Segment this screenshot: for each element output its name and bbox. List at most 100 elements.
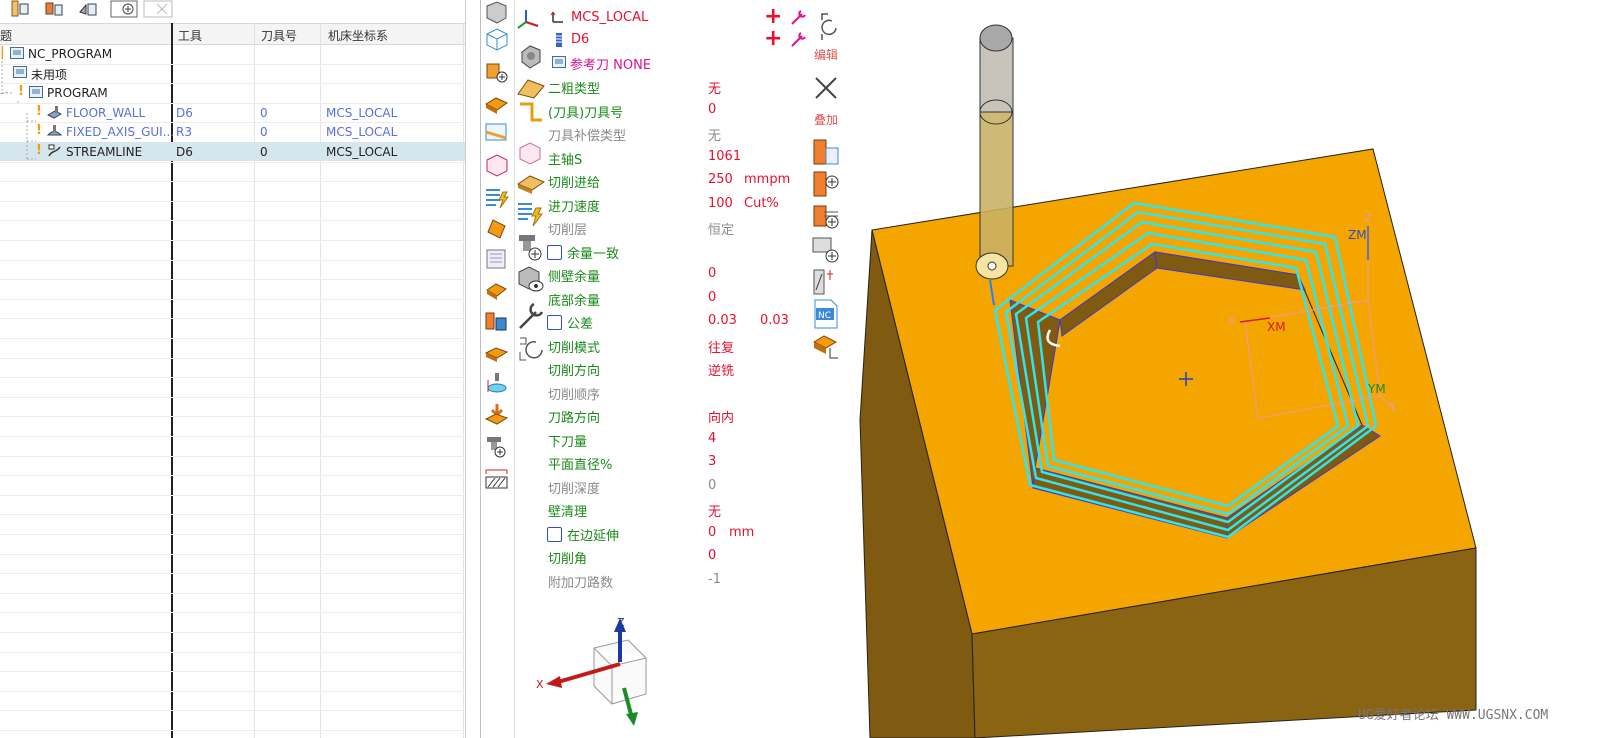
verify-icon[interactable] bbox=[483, 246, 510, 273]
mcs-column-header[interactable]: 机床坐标系 bbox=[328, 27, 388, 44]
tool-list-icon[interactable] bbox=[810, 266, 842, 298]
y-axis-label: Y bbox=[1389, 400, 1396, 413]
create-tool-icon[interactable] bbox=[483, 58, 510, 85]
tree-row-program[interactable]: -· ! PROGRAM bbox=[0, 83, 465, 102]
add-tool-icon[interactable]: + bbox=[764, 26, 782, 51]
geometry-view-icon[interactable] bbox=[78, 0, 98, 18]
view-cube-icon[interactable] bbox=[483, 26, 510, 53]
layer-setup-icon[interactable] bbox=[483, 308, 510, 335]
close-icon[interactable] bbox=[812, 74, 840, 102]
param-value[interactable]: 0 bbox=[708, 290, 716, 305]
param-value[interactable]: 0 bbox=[708, 525, 716, 540]
grid-row bbox=[0, 279, 465, 300]
param-value[interactable]: 恒定 bbox=[708, 219, 734, 238]
refresh-icon[interactable] bbox=[818, 12, 842, 40]
tool-number-icon bbox=[520, 102, 542, 122]
param-label: 二粗类型 bbox=[548, 82, 601, 97]
edit-mcs-wrench-icon[interactable] bbox=[788, 8, 808, 28]
simulate-icon[interactable] bbox=[483, 278, 510, 305]
ref-tool-value[interactable]: 参考刀 NONE bbox=[570, 54, 651, 73]
grid-row bbox=[0, 710, 465, 731]
mcs-value[interactable]: MCS_LOCAL bbox=[571, 10, 648, 25]
post-process-icon[interactable] bbox=[810, 330, 842, 362]
depth-icon[interactable] bbox=[483, 370, 510, 397]
nc-file-icon[interactable]: NC bbox=[810, 298, 842, 330]
program-order-view-icon[interactable] bbox=[10, 0, 30, 18]
param-value[interactable]: 往复 bbox=[708, 337, 734, 356]
grid-row bbox=[0, 416, 465, 437]
grid-row bbox=[0, 299, 465, 320]
param-value[interactable]: 无 bbox=[708, 501, 721, 520]
view-triad[interactable] bbox=[528, 614, 668, 738]
panel-separator bbox=[514, 0, 515, 738]
param-value[interactable]: 0 bbox=[708, 548, 716, 563]
tool-number-column-header[interactable]: 刀具号 bbox=[261, 27, 297, 44]
param-checkbox[interactable] bbox=[547, 526, 562, 542]
graphics-viewport[interactable]: ZM Z XM X YM Y bbox=[842, 0, 1598, 738]
svg-text:NC: NC bbox=[818, 311, 831, 321]
grid-row bbox=[0, 397, 465, 418]
panel-separator bbox=[480, 0, 481, 738]
tool-icon bbox=[556, 33, 562, 47]
param-value[interactable]: 3 bbox=[708, 454, 716, 469]
param-label: 切削顺序 bbox=[548, 387, 601, 403]
param-checkbox[interactable] bbox=[547, 315, 562, 330]
add-table-icon[interactable] bbox=[810, 234, 842, 266]
coordinate-system-icon bbox=[550, 11, 563, 23]
tool-holder-add-icon[interactable] bbox=[483, 434, 510, 461]
tool-value[interactable]: D6 bbox=[571, 32, 589, 47]
grid-row bbox=[0, 652, 465, 673]
wire-model-icon[interactable] bbox=[483, 0, 510, 27]
material-icon[interactable] bbox=[483, 120, 510, 147]
tree-row-fixed-axis-guided[interactable]: ! FIXED_AXIS_GUI... R3 0 MCS_LOCAL bbox=[0, 122, 465, 141]
tree-row-streamline-selected[interactable]: ! STREAMLINE D6 0 MCS_LOCAL bbox=[0, 142, 465, 161]
param-value[interactable]: 0 bbox=[708, 266, 716, 281]
feed-icon bbox=[516, 175, 546, 194]
drill-tool-icon[interactable] bbox=[483, 402, 510, 429]
add-path-icon[interactable] bbox=[810, 200, 842, 232]
param-value[interactable]: 无 bbox=[708, 78, 721, 97]
zm-label: ZM bbox=[1348, 228, 1367, 242]
param-unit: mmpm bbox=[744, 172, 791, 187]
param-value[interactable]: -1 bbox=[708, 572, 721, 587]
block-side-icon[interactable] bbox=[483, 214, 510, 241]
param-label: 切削深度 bbox=[548, 481, 601, 497]
engage-speed-icon bbox=[518, 203, 543, 227]
copy-operation-icon[interactable] bbox=[810, 136, 842, 168]
param-checkbox[interactable] bbox=[547, 244, 562, 260]
param-value[interactable]: 100 bbox=[708, 196, 733, 211]
delete-program-icon[interactable] bbox=[143, 0, 173, 18]
param-value[interactable]: 1061 bbox=[708, 149, 741, 164]
param-label: 侧壁余量 bbox=[548, 270, 601, 285]
param-value[interactable]: 逆铣 bbox=[708, 360, 734, 379]
operation-name: FLOOR_WALL bbox=[66, 106, 146, 120]
param-value-secondary[interactable]: 0.03 bbox=[760, 313, 789, 328]
edit-tool-wrench-icon[interactable] bbox=[788, 30, 808, 50]
tree-connector-lines bbox=[1, 53, 36, 160]
block-orange-icon[interactable] bbox=[483, 90, 510, 117]
tree-row-unused[interactable]: 未用项 bbox=[0, 63, 465, 82]
create-program-icon[interactable] bbox=[110, 0, 138, 18]
section-measure-icon[interactable] bbox=[483, 466, 510, 493]
ref-tool-folder-icon bbox=[552, 56, 566, 68]
blank-box-icon[interactable] bbox=[483, 152, 510, 179]
param-value[interactable]: 0.03 bbox=[708, 313, 737, 328]
edit-label[interactable]: 编辑 bbox=[814, 46, 838, 63]
generate-toolpath-icon[interactable] bbox=[483, 184, 510, 211]
param-value[interactable]: 250 bbox=[708, 172, 733, 187]
add-operation-icon[interactable] bbox=[810, 168, 842, 200]
grid-row bbox=[0, 671, 465, 692]
stack-label[interactable]: 叠加 bbox=[814, 111, 838, 128]
stock-block-icon[interactable] bbox=[483, 340, 510, 367]
tree-row-nc-program[interactable]: | NC_PROGRAM bbox=[0, 44, 465, 63]
tool-column-header[interactable]: 工具 bbox=[178, 27, 202, 44]
param-value[interactable]: 0 bbox=[708, 478, 716, 493]
param-value[interactable]: 4 bbox=[708, 431, 716, 446]
param-value[interactable]: 无 bbox=[708, 125, 721, 144]
param-value[interactable]: 向内 bbox=[708, 407, 734, 426]
tree-row-floor-wall[interactable]: ! FLOOR_WALL D6 0 MCS_LOCAL bbox=[0, 103, 465, 122]
param-value[interactable]: 0 bbox=[708, 102, 716, 117]
grid-row bbox=[0, 201, 465, 222]
machine-tool-view-icon[interactable] bbox=[44, 0, 64, 18]
part-model[interactable] bbox=[842, 0, 1598, 738]
